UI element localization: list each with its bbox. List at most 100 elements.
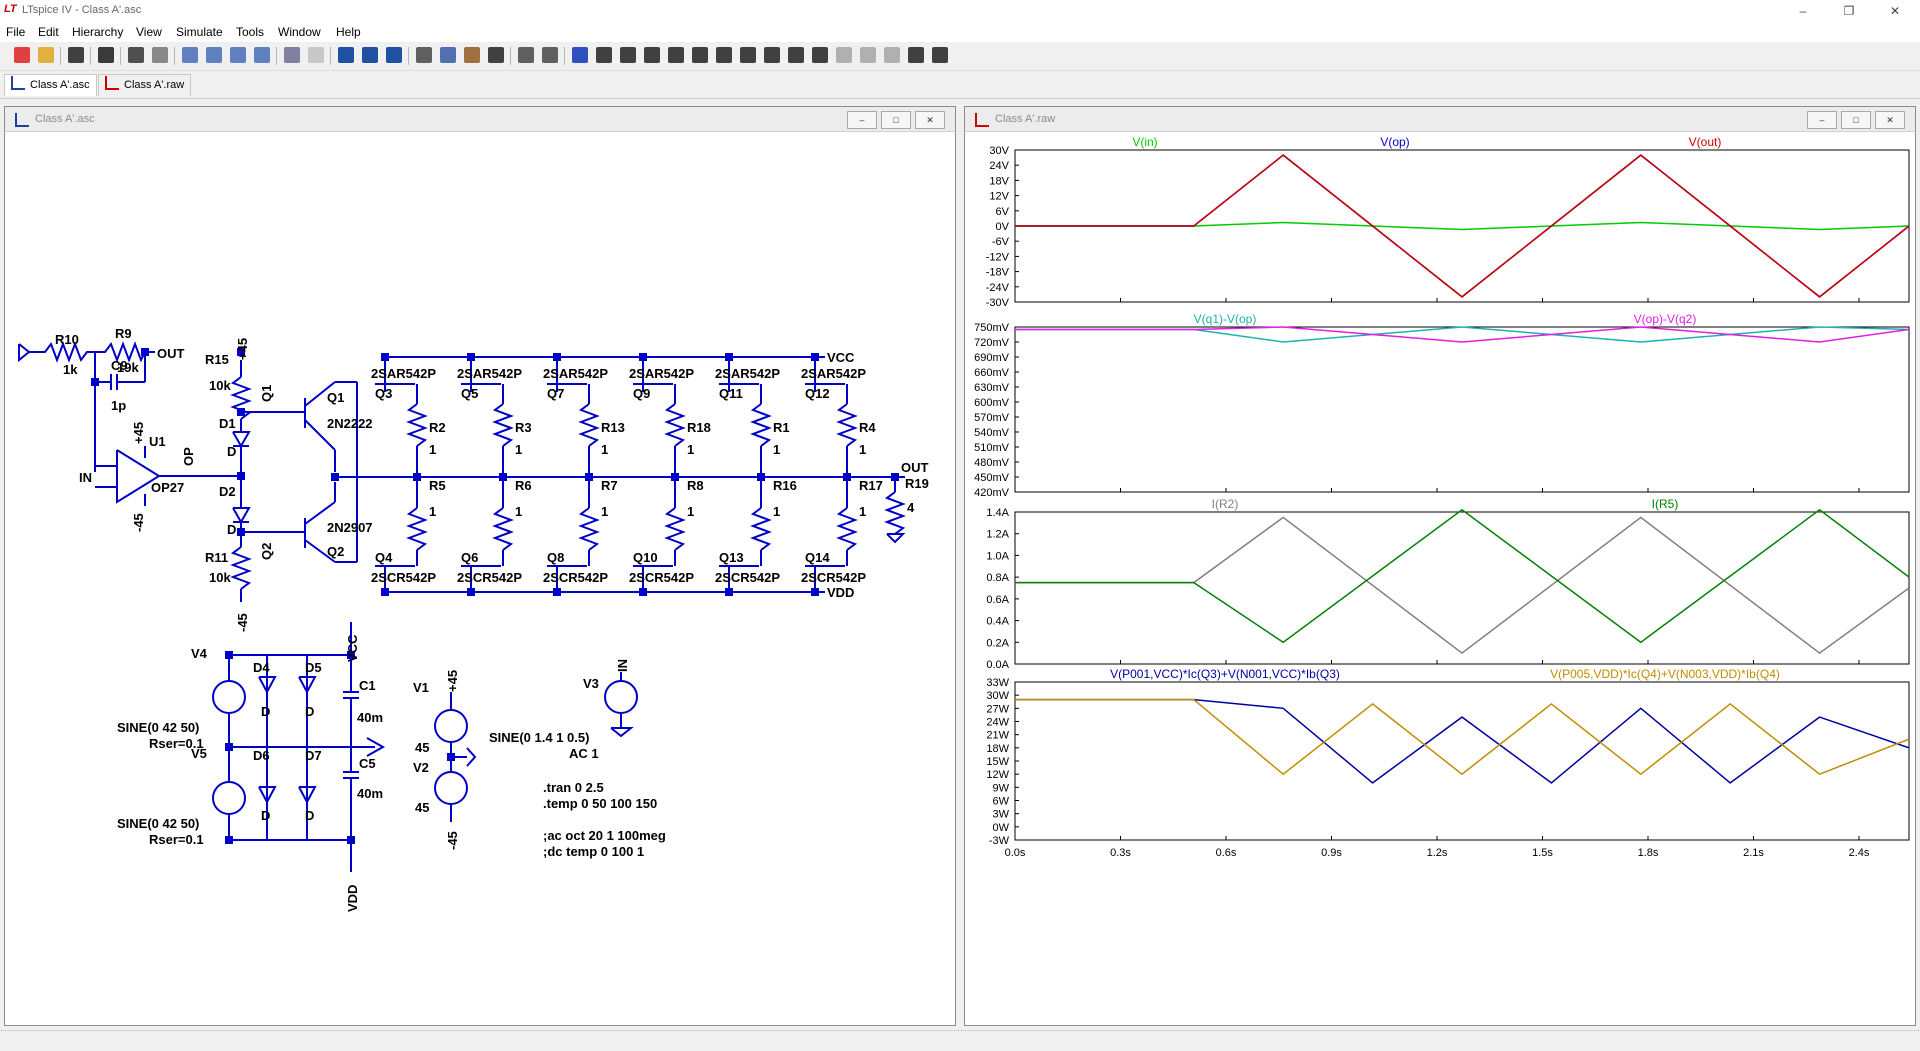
x-tick-label: 2.4s [1849,847,1870,859]
paste-icon[interactable] [464,47,480,63]
menu-view[interactable]: View [136,25,162,39]
plot-pane-2[interactable]: 750mV 720mV 690mV 660mV 630mV 600mV 570mV 540mV… [974,312,1910,499]
schematic-icon [11,76,25,90]
maximize-button[interactable]: □ [1841,111,1871,129]
schematic-canvas[interactable]: 2SAR542P Q3 R2 1 R5 1 Q4 2SCR542P 2SAR542P Q5 R3 1 R… [5,132,953,1022]
waveform-icon [105,76,119,90]
move-hand-icon[interactable] [764,47,780,63]
wire-icon[interactable] [572,47,588,63]
label-net-icon[interactable] [620,47,636,63]
mirror-icon[interactable] [884,47,900,63]
junction-dot [671,473,679,481]
zoom-out-icon[interactable] [230,47,246,63]
upper-model-label: 2SAR542P [715,366,780,381]
y-tick-label: -24V [986,282,1010,294]
open-icon[interactable] [38,47,54,63]
zoom-fit-icon[interactable] [254,47,270,63]
tile-vertical-icon[interactable] [386,47,402,63]
control-panel-icon[interactable] [98,47,114,63]
redo-icon[interactable] [836,47,852,63]
y-tick-label: 30V [989,145,1009,157]
spice-directive-icon[interactable] [932,47,948,63]
close-button[interactable]: ✕ [915,111,945,129]
menu-file[interactable]: File [6,25,25,39]
maximize-button[interactable]: □ [881,111,911,129]
menu-simulate[interactable]: Simulate [176,25,223,39]
ground-icon[interactable] [596,47,612,63]
x-tick-label: 1.2s [1427,847,1448,859]
y-tick-label: 6W [993,796,1010,808]
q1-ref: Q1 [327,390,344,405]
junction-dot [639,353,647,361]
close-button[interactable]: ✕ [1872,0,1918,22]
trace-label[interactable]: I(R2) [1212,497,1239,511]
autorange-icon[interactable] [284,47,300,63]
y-tick-label: 690mV [974,352,1010,364]
vdd-label: VDD [827,585,854,600]
toolbar-separator [564,47,565,65]
text-icon[interactable] [908,47,924,63]
save-icon[interactable] [68,47,84,63]
minimize-button[interactable]: – [1807,111,1837,129]
trace-label[interactable]: V(P005,VDD)*Ic(Q4)+V(N003,VDD)*Ib(Q4) [1550,667,1780,681]
print-icon[interactable] [542,47,558,63]
menu-tools[interactable]: Tools [236,25,264,39]
y-tick-label: 600mV [974,397,1010,409]
component-icon[interactable] [740,47,756,63]
tab-waveform[interactable]: Class A'.raw [98,74,192,96]
diode-icon[interactable] [716,47,732,63]
inductor-icon[interactable] [692,47,708,63]
drag-icon[interactable] [788,47,804,63]
undo-icon[interactable] [812,47,828,63]
minimize-button[interactable]: – [1780,0,1826,22]
trace-label[interactable]: V(P001,VCC)*Ic(Q3)+V(N001,VCC)*Ib(Q3) [1110,667,1340,681]
grid-icon[interactable] [308,47,324,63]
trace-label[interactable]: V(op) [1380,135,1409,149]
zoom-in-icon[interactable] [182,47,198,63]
trace-label[interactable]: V(op)-V(q2) [1634,312,1697,326]
cascade-icon[interactable] [362,47,378,63]
trace-label[interactable]: V(in) [1132,135,1157,149]
print-preview-icon[interactable] [518,47,534,63]
y-tick-label: 21W [986,730,1009,742]
minus45-label-b: -45 [235,613,250,632]
waveform-plot-area[interactable]: 30V 24V 18V 12V 6V 0V -6V -12V -18V -24V -30V V(in)… [965,132,1913,1022]
trace-label[interactable]: I(R5) [1652,497,1679,511]
r10-value: 1k [63,362,78,377]
minimize-button[interactable]: – [847,111,877,129]
waveform-window[interactable]: Class A'.raw – □ ✕ 30V 24V 18V 12V 6V 0V -6V -1… [964,106,1916,1026]
trace-label[interactable]: V(q1)-V(op) [1194,312,1257,326]
menu-edit[interactable]: Edit [38,25,59,39]
pan-icon[interactable] [206,47,222,63]
c1-ref: C1 [359,678,376,693]
plot-pane-3[interactable]: 1.4A 1.2A 1.0A 0.8A 0.6A 0.4A 0.2A 0.0A I(R2) I(R… [986,497,1910,671]
tab-schematic[interactable]: Class A'.asc [4,74,97,96]
restore-button[interactable]: ❐ [1826,0,1872,22]
c9-ref: C9 [111,358,128,373]
capacitor-icon[interactable] [668,47,684,63]
d2-ref: D2 [219,484,236,499]
lower-resistor-ref: R5 [429,478,446,493]
upper-transistor-ref: Q3 [375,386,392,401]
close-button[interactable]: ✕ [1875,111,1905,129]
menu-help[interactable]: Help [336,25,361,39]
halt-icon[interactable] [152,47,168,63]
rotate-icon[interactable] [860,47,876,63]
menu-hierarchy[interactable]: Hierarchy [72,25,123,39]
resistor-icon[interactable] [644,47,660,63]
plot-pane-1[interactable]: 30V 24V 18V 12V 6V 0V -6V -12V -18V -24V -30V V(in)… [986,135,1910,309]
run-icon[interactable] [128,47,144,63]
cut-icon[interactable] [416,47,432,63]
copy-icon[interactable] [440,47,456,63]
plot-pane-4[interactable]: 33W30W27W 24W21W18W15W12W9W 6W3W0W-3W V(P00… [986,667,1910,847]
schematic-window[interactable]: Class A'.asc – □ ✕ 2SAR542P Q3 R2 1 R5 1… [4,106,956,1026]
tile-horizontal-icon[interactable] [338,47,354,63]
y-tick-label: 12V [989,191,1009,203]
toolbar-separator [90,47,91,65]
toolbar-separator [120,47,121,65]
find-icon[interactable] [488,47,504,63]
trace-label[interactable]: V(out) [1689,135,1722,149]
y-tick-label: 3W [993,809,1010,821]
new-schematic-icon[interactable] [14,47,30,63]
menu-window[interactable]: Window [278,25,321,39]
